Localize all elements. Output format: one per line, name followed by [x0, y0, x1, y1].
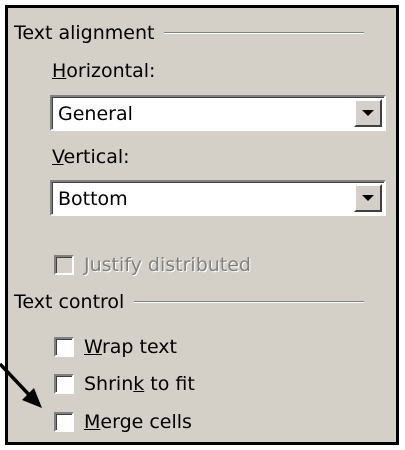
wrap-text-row[interactable]: Wrap text [54, 334, 177, 360]
merge-cells-mnemonic: M [84, 411, 101, 433]
screenshot-stage: Text alignment Horizontal: General Verti… [0, 0, 405, 450]
merge-cells-row[interactable]: Merge cells [54, 409, 192, 435]
format-cells-alignment-panel: Text alignment Horizontal: General Verti… [5, 5, 399, 445]
horizontal-combobox[interactable]: General [50, 95, 386, 131]
merge-cells-checkbox[interactable] [54, 412, 74, 432]
shrink-pre: Shrin [84, 373, 134, 395]
text-alignment-title-text: Text alignment [14, 22, 155, 44]
horizontal-combobox-value: General [58, 103, 133, 125]
vertical-label-mnemonic: V [52, 146, 64, 168]
horizontal-dropdown-button[interactable] [354, 99, 382, 127]
dropdown-arrow-icon [362, 195, 374, 201]
wrap-text-rest: rap text [101, 336, 177, 358]
wrap-text-label: Wrap text [84, 336, 177, 358]
shrink-mnemonic: k [133, 373, 145, 395]
vertical-label: Vertical: [52, 144, 130, 170]
text-control-title-text: Text control [14, 291, 125, 313]
vertical-combobox[interactable]: Bottom [50, 180, 386, 216]
merge-cells-rest: erge cells [100, 411, 192, 433]
text-control-group-line [134, 301, 365, 303]
horizontal-label-mnemonic: H [52, 60, 67, 82]
justify-distributed-label: Justify distributed [84, 254, 251, 276]
shrink-to-fit-row[interactable]: Shrink to fit [54, 371, 195, 397]
text-control-group-title: Text control [14, 289, 365, 315]
justify-distributed-checkbox [54, 255, 74, 275]
merge-cells-label: Merge cells [84, 411, 192, 433]
shrink-post: to fit [144, 373, 195, 395]
dropdown-arrow-icon [362, 110, 374, 116]
wrap-text-mnemonic: W [84, 336, 102, 358]
shrink-to-fit-checkbox[interactable] [54, 374, 74, 394]
text-alignment-group-line [164, 32, 365, 34]
justify-distributed-row: Justify distributed [54, 252, 251, 278]
horizontal-label-rest: orizontal: [66, 60, 156, 82]
vertical-combobox-value: Bottom [58, 188, 128, 210]
horizontal-label: Horizontal: [52, 58, 155, 84]
wrap-text-checkbox[interactable] [54, 337, 74, 357]
text-alignment-group-title: Text alignment [14, 20, 365, 46]
vertical-label-rest: ertical: [63, 146, 130, 168]
shrink-to-fit-label: Shrink to fit [84, 373, 195, 395]
vertical-dropdown-button[interactable] [354, 184, 382, 212]
